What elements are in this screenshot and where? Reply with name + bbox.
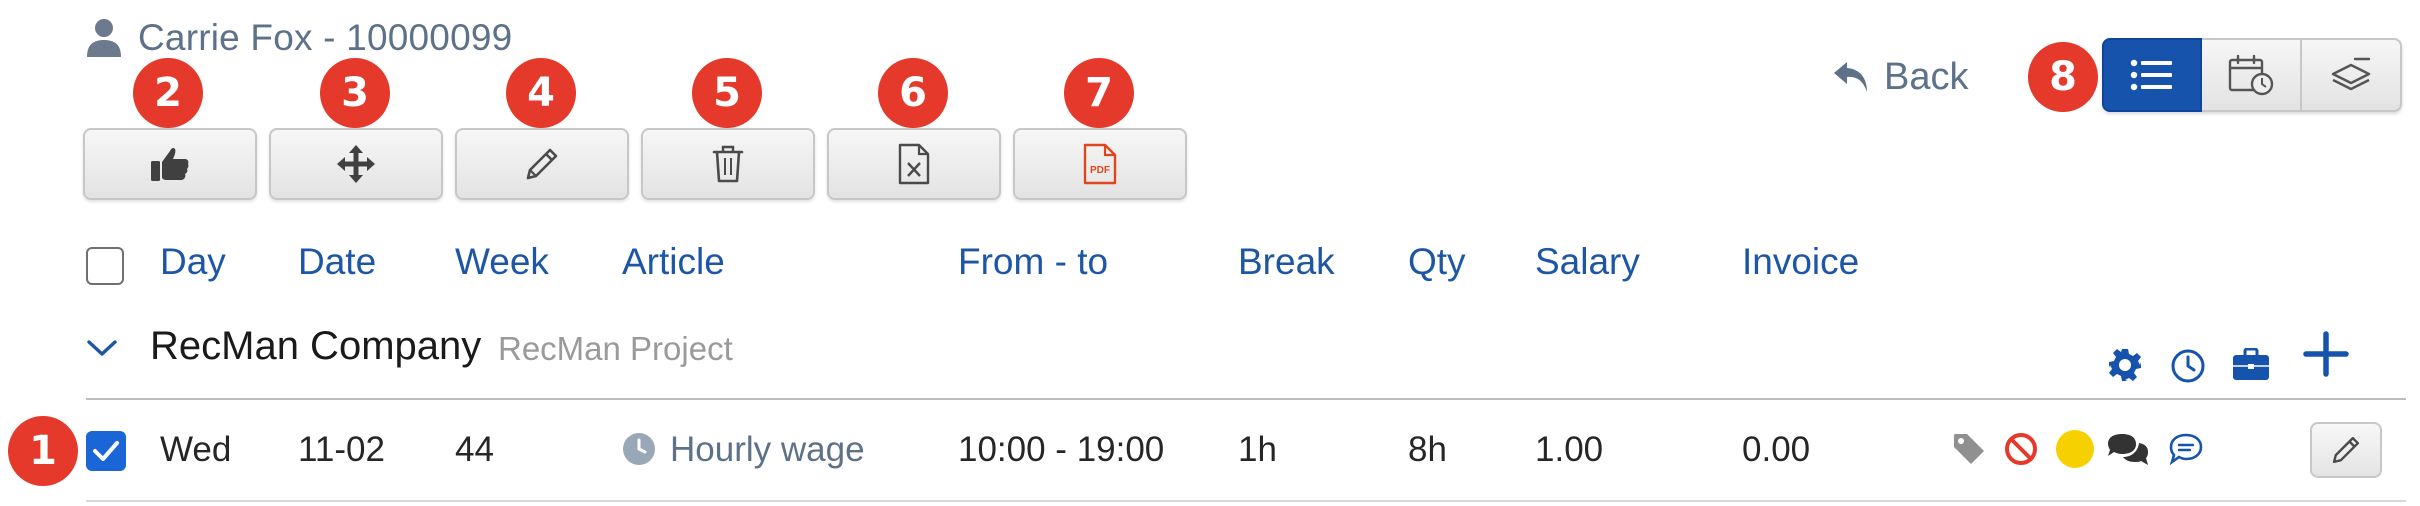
cell-date: 11-02 [298,430,385,469]
undo-arrow-icon [1834,62,1867,92]
move-icon [337,145,375,183]
timesheet-page: Carrie Fox - 10000099 2 3 4 5 6 7 PDF Ba… [0,0,2420,506]
export-excel-button[interactable] [827,128,1001,200]
view-toggle-group [2102,38,2402,112]
step-marker-1: 1 [8,416,78,486]
pencil-icon [2332,436,2360,464]
cell-from-to: 10:00 - 19:00 [958,430,1165,469]
cell-invoice: 0.00 [1742,430,1811,469]
chevron-down-icon[interactable] [86,338,118,358]
step-marker-3: 3 [320,58,390,128]
step-marker-2: 2 [133,58,203,128]
column-header-date[interactable]: Date [298,238,376,286]
row-checkbox[interactable] [86,431,126,471]
step-marker-4: 4 [506,58,576,128]
pdf-file-icon: PDF [1083,143,1117,185]
column-header-day[interactable]: Day [160,238,226,286]
layers-view-button[interactable] [2302,38,2402,112]
status-dot-icon[interactable] [2056,430,2094,468]
export-pdf-button[interactable]: PDF [1013,128,1187,200]
cell-article[interactable]: Hourly wage [670,426,865,474]
pdf-icon-text: PDF [1090,165,1110,176]
step-marker-8: 8 [2028,42,2098,112]
group-header: RecMan Company RecMan Project [0,316,2420,383]
calendar-view-button[interactable] [2202,38,2302,112]
user-name: Carrie Fox - 10000099 [138,17,513,58]
ban-icon[interactable] [2004,432,2038,466]
group-divider [86,398,2406,400]
cell-qty: 8h [1408,430,1447,469]
column-header-invoice[interactable]: Invoice [1742,238,1859,286]
pencil-icon [526,148,558,180]
approve-button[interactable] [83,128,257,200]
column-header-week[interactable]: Week [455,238,549,286]
chat-bubble-icon[interactable] [2168,432,2204,466]
trash-icon [712,145,744,183]
back-label: Back [1884,55,1969,98]
user-header: Carrie Fox - 10000099 [86,14,512,62]
delete-button[interactable] [641,128,815,200]
row-edit-button[interactable] [2310,422,2382,478]
row-divider [86,500,2406,502]
briefcase-icon[interactable] [2232,348,2270,382]
column-header-salary[interactable]: Salary [1535,238,1640,286]
layers-icon [2331,57,2371,91]
column-header-from-to[interactable]: From - to [958,238,1108,286]
checkmark-icon [93,441,119,461]
gear-icon[interactable] [2108,348,2142,382]
step-marker-6: 6 [878,58,948,128]
company-name: RecMan Company [150,324,482,368]
back-link[interactable]: Back [1832,52,1968,102]
column-header-qty[interactable]: Qty [1408,238,1466,286]
cell-week: 44 [455,430,494,469]
column-header-break[interactable]: Break [1238,238,1335,286]
select-all-checkbox[interactable] [86,247,124,285]
thumbs-up-icon [151,147,189,181]
person-icon [87,19,121,57]
clock-icon[interactable] [2170,348,2206,384]
excel-file-icon [898,143,930,185]
cell-break: 1h [1238,430,1277,469]
column-header-article[interactable]: Article [622,238,725,286]
cell-day: Wed [160,430,232,469]
plus-icon[interactable] [2302,330,2350,378]
clock-icon [623,433,655,465]
step-marker-5: 5 [692,58,762,128]
move-button[interactable] [269,128,443,200]
tag-icon[interactable] [1952,432,1986,466]
step-marker-7: 7 [1064,58,1134,128]
calendar-clock-icon [2228,54,2274,96]
list-icon [2130,59,2172,91]
cell-salary: 1.00 [1535,430,1604,469]
project-name: RecMan Project [498,330,733,367]
list-view-button[interactable] [2102,38,2202,112]
comments-icon[interactable] [2106,432,2150,468]
edit-button[interactable] [455,128,629,200]
